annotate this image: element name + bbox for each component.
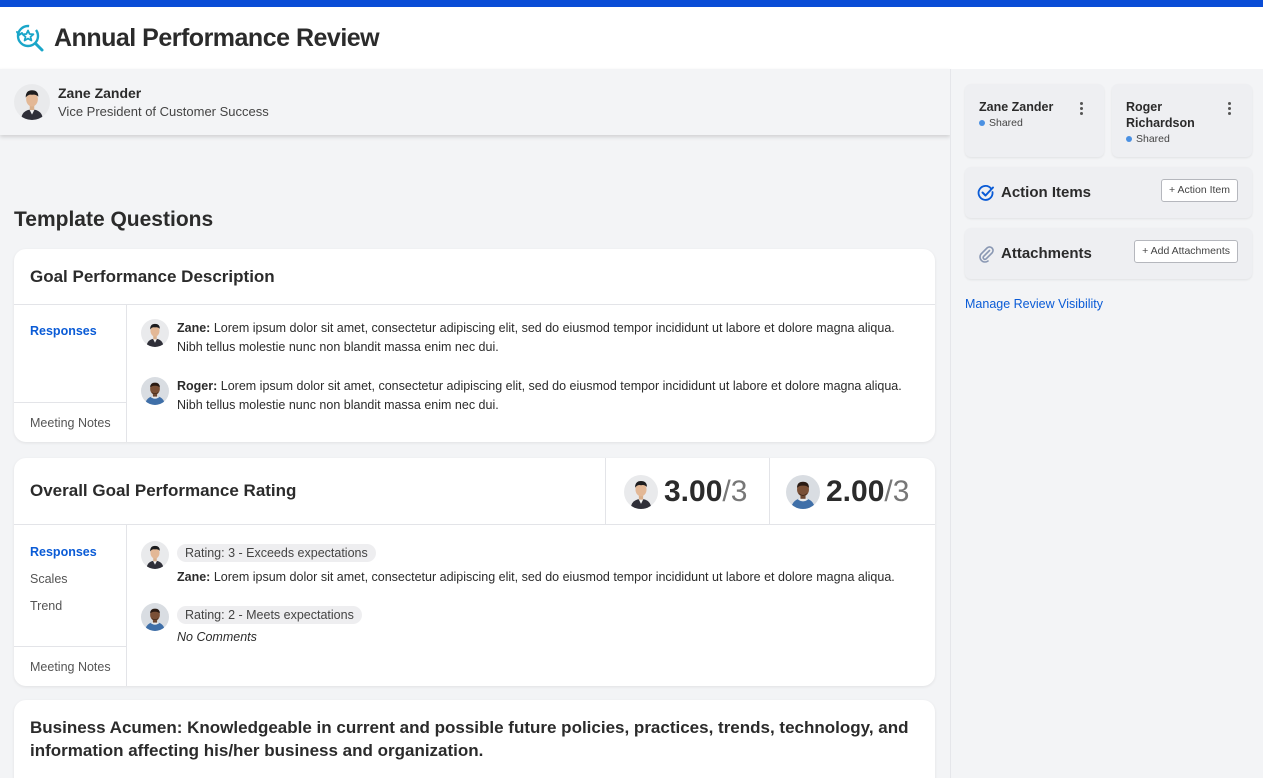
- avatar: [141, 541, 169, 569]
- response-body: Lorem ipsum dolor sit amet, consectetur …: [177, 379, 902, 412]
- action-items-panel: Action Items + Action Item: [965, 167, 1252, 218]
- responses-list: Rating: 3 - Exceeds expectations Zane: L…: [127, 525, 935, 686]
- star-magnifier-icon: [16, 24, 44, 52]
- manage-review-visibility-link[interactable]: Manage Review Visibility: [965, 297, 1103, 311]
- responses-list: Zane: Lorem ipsum dolor sit amet, consec…: [127, 305, 935, 442]
- question-tabs: Responses Scales Trend Meeting Notes: [14, 525, 127, 686]
- question-header: Goal Performance Description: [14, 249, 935, 305]
- response-body: Lorem ipsum dolor sit amet, consectetur …: [177, 321, 895, 354]
- question-title: Goal Performance Description: [30, 266, 275, 286]
- list-item: Rating: 2 - Meets expectations No Commen…: [141, 603, 921, 644]
- response-author: Zane:: [177, 570, 211, 584]
- question-title: Overall Goal Performance Rating: [30, 481, 297, 500]
- attachments-panel: Attachments + Add Attachments: [965, 228, 1252, 279]
- response-text: Roger: Lorem ipsum dolor sit amet, conse…: [177, 377, 921, 415]
- tab-meeting-notes[interactable]: Meeting Notes: [14, 646, 126, 686]
- response-body: Lorem ipsum dolor sit amet, consectetur …: [213, 570, 895, 584]
- app-header: Annual Performance Review: [0, 7, 1263, 69]
- more-options-icon[interactable]: [1080, 102, 1084, 116]
- paperclip-icon: [979, 246, 994, 263]
- avatar: [141, 377, 169, 405]
- status-dot-icon: [1126, 136, 1132, 142]
- avatar: [14, 84, 50, 120]
- score-value: 2.00: [826, 474, 885, 508]
- avatar: [624, 475, 658, 509]
- response-text: Zane: Lorem ipsum dolor sit amet, consec…: [177, 568, 895, 587]
- action-items-title: Action Items: [1001, 184, 1092, 201]
- tab-trend[interactable]: Trend: [14, 593, 126, 620]
- attachments-title: Attachments: [1001, 245, 1092, 262]
- employee-title: Vice President of Customer Success: [58, 104, 269, 119]
- score-value: 3.00: [664, 474, 723, 508]
- tab-meeting-notes[interactable]: Meeting Notes: [14, 402, 126, 442]
- more-options-icon[interactable]: [1228, 102, 1232, 116]
- score-max: /3: [884, 474, 910, 508]
- employee-header: Zane Zander Vice President of Customer S…: [0, 69, 950, 135]
- main-content: Zane Zander Vice President of Customer S…: [0, 69, 950, 778]
- add-attachments-button[interactable]: + Add Attachments: [1134, 240, 1238, 263]
- response-author: Zane:: [177, 321, 211, 335]
- status-text: Shared: [1136, 133, 1170, 145]
- tab-scales[interactable]: Scales: [14, 566, 126, 593]
- score-roger: 2.00 /3: [769, 458, 935, 525]
- question-card: Overall Goal Performance Rating 3.00 /3 …: [14, 458, 935, 686]
- response-author: Roger:: [177, 379, 218, 393]
- score-zane: 3.00 /3: [605, 458, 770, 525]
- question-card: Goal Performance Description Responses M…: [14, 249, 935, 442]
- top-accent-bar: [0, 0, 1263, 7]
- rating-badge: Rating: 2 - Meets expectations: [177, 606, 362, 624]
- rating-badge: Rating: 3 - Exceeds expectations: [177, 544, 376, 562]
- status-dot-icon: [979, 120, 985, 126]
- section-title: Template Questions: [14, 208, 214, 231]
- page-title: Annual Performance Review: [54, 23, 380, 52]
- avatar: [786, 475, 820, 509]
- question-title: Business Acumen: Knowledgeable in curren…: [30, 718, 909, 760]
- status-badge: Shared: [1126, 133, 1238, 145]
- list-item: Zane: Lorem ipsum dolor sit amet, consec…: [141, 319, 921, 357]
- reviewer-card: Zane Zander Shared: [965, 84, 1104, 157]
- reviewer-card: Roger Richardson Shared: [1112, 84, 1252, 157]
- reviewer-name: Roger Richardson: [1126, 100, 1195, 130]
- check-circle-icon: [977, 185, 994, 201]
- list-item: Rating: 3 - Exceeds expectations Zane: L…: [141, 541, 921, 587]
- status-badge: Shared: [979, 117, 1090, 129]
- score-max: /3: [722, 474, 748, 508]
- response-text: Zane: Lorem ipsum dolor sit amet, consec…: [177, 319, 921, 357]
- avatar: [141, 603, 169, 631]
- tab-responses[interactable]: Responses: [14, 318, 126, 345]
- no-comments-text: No Comments: [177, 630, 257, 644]
- employee-name: Zane Zander: [58, 85, 142, 101]
- question-card: Business Acumen: Knowledgeable in curren…: [14, 700, 935, 778]
- add-action-item-button[interactable]: + Action Item: [1161, 179, 1238, 202]
- reviewer-name: Zane Zander: [979, 100, 1054, 114]
- status-text: Shared: [989, 117, 1023, 129]
- tab-responses[interactable]: Responses: [14, 539, 126, 566]
- avatar: [141, 319, 169, 347]
- list-item: Roger: Lorem ipsum dolor sit amet, conse…: [141, 377, 921, 415]
- question-tabs: Responses Meeting Notes: [14, 305, 127, 442]
- right-sidebar: Zane Zander Shared Roger Richardson Shar…: [950, 69, 1263, 778]
